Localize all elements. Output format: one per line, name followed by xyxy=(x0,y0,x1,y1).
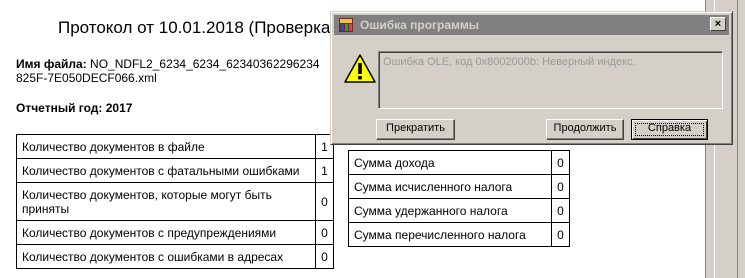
table-row: Сумма перечисленного налога 0 xyxy=(347,222,570,247)
error-dialog: Ошибка программы × Ошибка OLE, код 0x800… xyxy=(330,11,733,145)
focus-rectangle xyxy=(635,123,704,136)
continue-button-label: Продолжить xyxy=(553,122,617,134)
help-button[interactable]: Справка xyxy=(631,119,708,140)
table-cell-value: 0 xyxy=(315,220,334,245)
report-title: Протокол от 10.01.2018 (Проверка xyxy=(58,18,331,37)
warning-icon xyxy=(343,53,377,85)
table-cell-name: Сумма дохода xyxy=(347,150,553,175)
table-row: Количество документов с предупреждениями… xyxy=(15,220,334,245)
table-cell-name: Количество документов с фатальными ошибк… xyxy=(15,158,317,183)
report-year: Отчетный год: 2017 xyxy=(16,101,133,115)
file-name-label: Имя файла: xyxy=(16,57,87,71)
table-row: Сумма дохода 0 xyxy=(347,150,570,175)
app-icon xyxy=(338,17,354,33)
table-cell-name: Количество документов с предупреждениями xyxy=(15,220,317,245)
error-message-box: Ошибка OLE, код 0x8002000b: Неверный инд… xyxy=(378,51,723,109)
table-cell-name: Сумма перечисленного налога xyxy=(347,222,553,247)
error-message: Ошибка OLE, код 0x8002000b: Неверный инд… xyxy=(383,56,636,68)
table-cell-name: Сумма исчисленного налога xyxy=(347,174,553,199)
table-cell-name: Количество документов, которые могут быт… xyxy=(15,182,317,221)
table-cell-name: Сумма удержанного налога xyxy=(347,198,553,223)
file-name-block: Имя файла: NO_NDFL2_6234_6234_6234036229… xyxy=(16,57,336,85)
table-cell-name: Количество документов с ошибками в адрес… xyxy=(15,244,317,269)
table-cell-value: 1 xyxy=(315,158,334,183)
table-row: Количество документов с фатальными ошибк… xyxy=(15,158,334,183)
table-cell-value: 0 xyxy=(551,150,570,175)
table-cell-value: 0 xyxy=(315,244,334,269)
close-button[interactable]: × xyxy=(710,17,726,31)
dialog-titlebar[interactable]: Ошибка программы × xyxy=(334,15,729,35)
table-cell-value: 0 xyxy=(315,182,334,221)
table-cell-value: 0 xyxy=(551,222,570,247)
table-cell-value: 0 xyxy=(551,198,570,223)
table-row: Количество документов с ошибками в адрес… xyxy=(15,244,334,269)
dialog-title: Ошибка программы xyxy=(360,18,480,32)
table-row: Сумма исчисленного налога 0 xyxy=(347,174,570,199)
table-row: Количество документов в файле 1 xyxy=(15,134,334,159)
sums-table: Сумма дохода 0 Сумма исчисленного налога… xyxy=(347,150,570,247)
table-cell-value: 0 xyxy=(551,174,570,199)
abort-button[interactable]: Прекратить xyxy=(376,119,455,140)
continue-button[interactable]: Продолжить xyxy=(546,119,624,140)
abort-button-label: Прекратить xyxy=(386,122,445,134)
table-row: Количество документов, которые могут быт… xyxy=(15,182,334,221)
documents-table: Количество документов в файле 1 Количест… xyxy=(15,134,334,269)
table-row: Сумма удержанного налога 0 xyxy=(347,198,570,223)
table-cell-name: Количество документов в файле xyxy=(15,134,317,159)
